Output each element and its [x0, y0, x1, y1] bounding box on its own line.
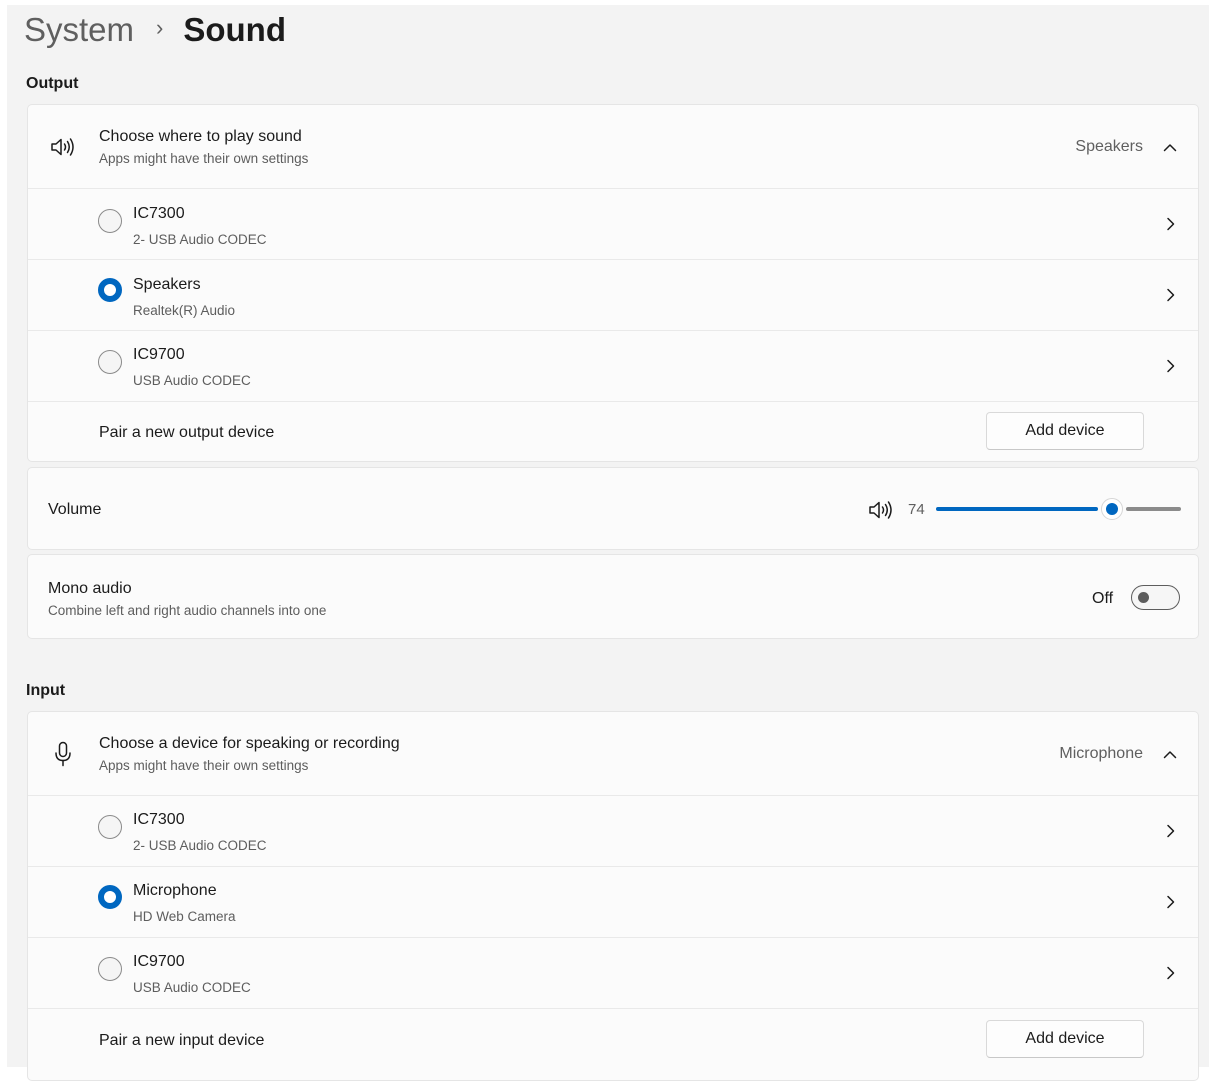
output-section-title: Output [26, 75, 79, 92]
add-input-device-button[interactable]: Add device [986, 1020, 1144, 1058]
input-device-name: Microphone [133, 882, 217, 899]
input-chooser-header[interactable]: Choose a device for speaking or recordin… [28, 712, 1198, 795]
input-chooser-title: Choose a device for speaking or recordin… [99, 735, 400, 752]
breadcrumb-system-link[interactable]: System [24, 11, 134, 49]
volume-slider-fill [936, 507, 1099, 511]
volume-value: 74 [908, 501, 925, 518]
output-device-item-speakers[interactable]: Speakers Realtek(R) Audio [28, 259, 1198, 330]
pair-output-device-label: Pair a new output device [99, 424, 275, 441]
input-device-detail: 2- USB Audio CODEC [133, 838, 267, 853]
input-device-detail: USB Audio CODEC [133, 980, 251, 995]
chevron-right-icon[interactable] [1163, 895, 1177, 909]
chevron-right-icon[interactable] [1163, 824, 1177, 838]
pair-output-device-row: Pair a new output device Add device [28, 401, 1198, 461]
volume-speaker-icon[interactable] [866, 495, 896, 525]
breadcrumb: System › Sound [24, 7, 286, 53]
mono-audio-toggle-knob [1138, 592, 1149, 603]
output-device-detail: 2- USB Audio CODEC [133, 232, 267, 247]
input-device-card: Choose a device for speaking or recordin… [27, 711, 1199, 1081]
page-title: Sound [183, 11, 287, 48]
microphone-icon [48, 739, 78, 769]
output-device-detail: Realtek(R) Audio [133, 303, 236, 318]
output-selected-device: Speakers [1075, 138, 1143, 155]
breadcrumb-separator: › [156, 15, 164, 40]
output-device-detail: USB Audio CODEC [133, 373, 251, 388]
output-device-radio[interactable] [98, 209, 122, 233]
output-device-item-ic7300[interactable]: IC7300 2- USB Audio CODEC [28, 188, 1198, 259]
chevron-up-icon[interactable] [1163, 747, 1177, 761]
input-device-radio[interactable] [98, 957, 122, 981]
input-device-name: IC9700 [133, 953, 185, 970]
input-device-item-microphone[interactable]: Microphone HD Web Camera [28, 866, 1198, 937]
add-output-device-button[interactable]: Add device [986, 412, 1144, 450]
mono-audio-subtitle: Combine left and right audio channels in… [48, 603, 327, 618]
input-device-item-ic7300[interactable]: IC7300 2- USB Audio CODEC [28, 795, 1198, 866]
input-device-name: IC7300 [133, 811, 185, 828]
mono-audio-state: Off [1092, 590, 1114, 607]
input-selected-device: Microphone [1059, 745, 1143, 762]
output-device-name: Speakers [133, 276, 201, 293]
input-section-title: Input [26, 682, 66, 699]
mono-audio-title: Mono audio [48, 580, 132, 597]
input-device-radio-selected[interactable] [98, 885, 122, 909]
output-device-name: IC7300 [133, 205, 185, 222]
chevron-up-icon[interactable] [1163, 140, 1177, 154]
chevron-right-icon[interactable] [1163, 966, 1177, 980]
input-device-item-ic9700[interactable]: IC9700 USB Audio CODEC [28, 937, 1198, 1008]
speaker-icon [48, 132, 78, 162]
output-device-card: Choose where to play sound Apps might ha… [27, 104, 1199, 462]
volume-slider-track [1126, 507, 1181, 511]
output-device-radio[interactable] [98, 350, 122, 374]
output-chooser-subtitle: Apps might have their own settings [99, 151, 309, 166]
volume-label: Volume [48, 501, 102, 518]
settings-page: System › Sound Output Choose where to pl… [7, 5, 1209, 1081]
mono-audio-toggle[interactable] [1131, 585, 1180, 610]
chevron-right-icon[interactable] [1163, 217, 1177, 231]
output-chooser-title: Choose where to play sound [99, 128, 302, 145]
pair-input-device-row: Pair a new input device Add device [28, 1008, 1198, 1078]
volume-card: Volume 74 [27, 467, 1199, 550]
volume-slider-thumb[interactable] [1101, 498, 1124, 520]
input-chooser-subtitle: Apps might have their own settings [99, 758, 309, 773]
output-chooser-header[interactable]: Choose where to play sound Apps might ha… [28, 105, 1198, 188]
chevron-right-icon[interactable] [1163, 288, 1177, 302]
input-device-radio[interactable] [98, 815, 122, 839]
pair-input-device-label: Pair a new input device [99, 1032, 265, 1049]
output-device-item-ic9700[interactable]: IC9700 USB Audio CODEC [28, 330, 1198, 401]
input-device-detail: HD Web Camera [133, 909, 236, 924]
volume-slider[interactable] [936, 498, 1181, 520]
output-device-name: IC9700 [133, 346, 185, 363]
mono-audio-card: Mono audio Combine left and right audio … [27, 554, 1199, 639]
output-device-radio-selected[interactable] [98, 278, 122, 302]
chevron-right-icon[interactable] [1163, 359, 1177, 373]
